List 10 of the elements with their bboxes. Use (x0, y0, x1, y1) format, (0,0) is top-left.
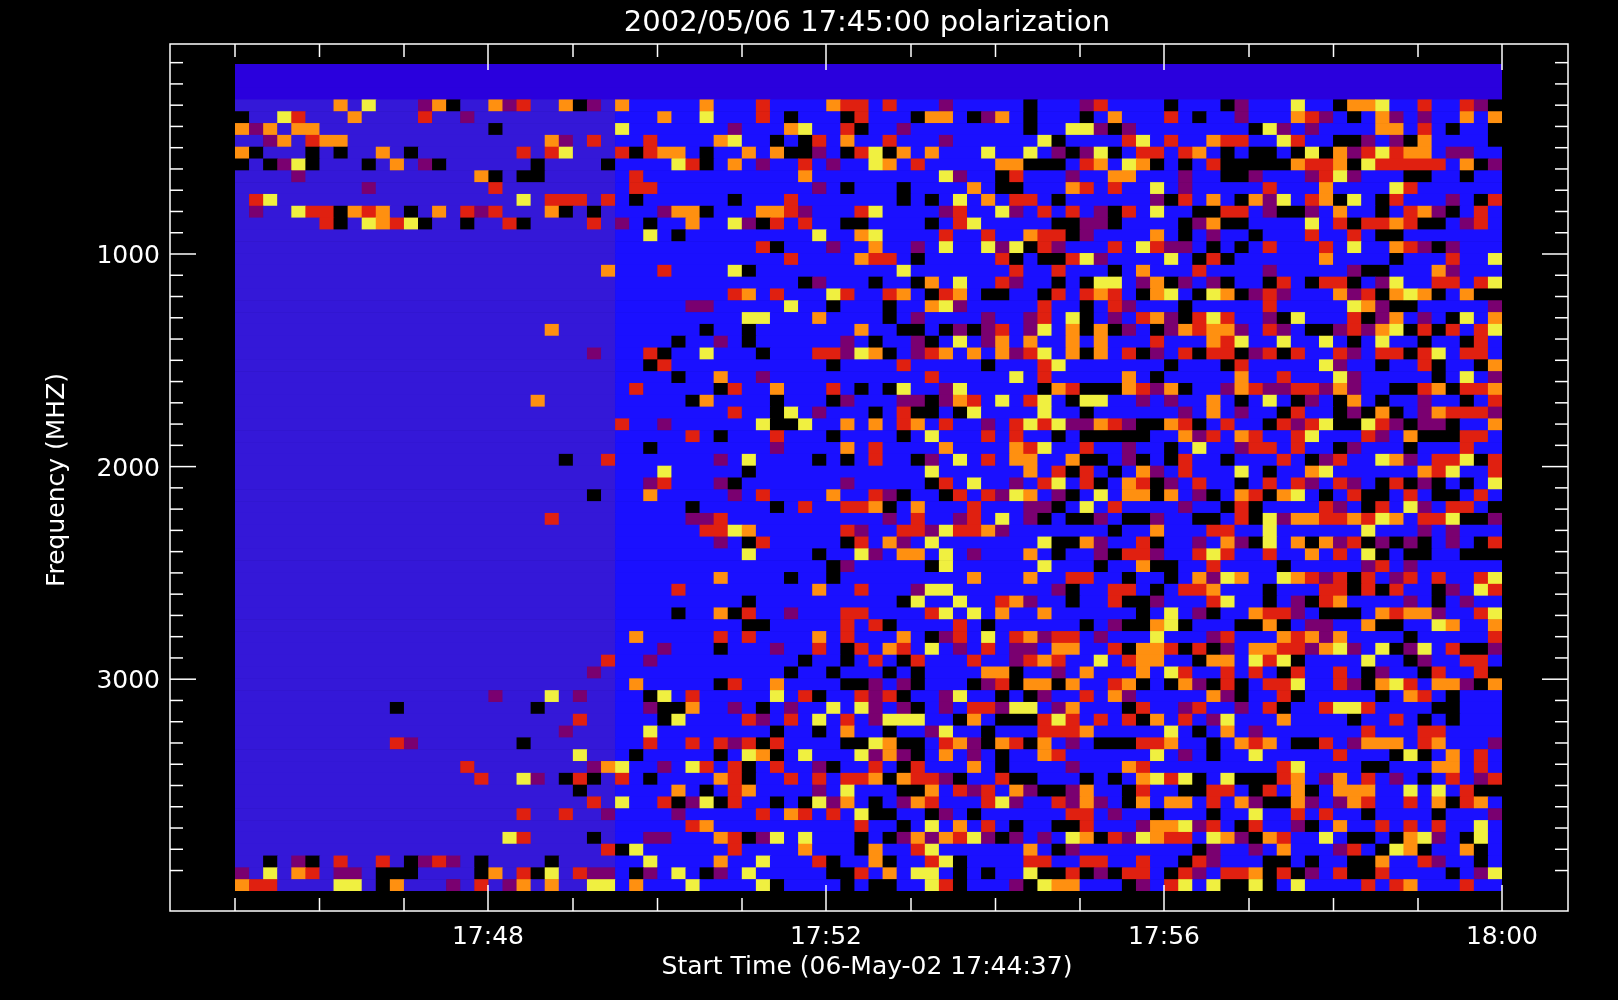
y-tick-label: 2000 (96, 452, 160, 482)
y-axis-title: Frequency (MHZ) (41, 372, 70, 588)
x-axis-title: Start Time (06-May-02 17:44:37) (661, 951, 1073, 980)
y-tick-label: 1000 (96, 240, 160, 269)
x-tick-label: 17:56 (1128, 921, 1200, 950)
y-tick-label: 3000 (96, 665, 160, 695)
x-tick-label: 18:00 (1466, 921, 1538, 950)
x-tick-label: 17:52 (790, 921, 862, 950)
chart-title: 2002/05/06 17:45:00 polarization (623, 4, 1111, 38)
x-tick-label: 17:48 (452, 921, 524, 950)
